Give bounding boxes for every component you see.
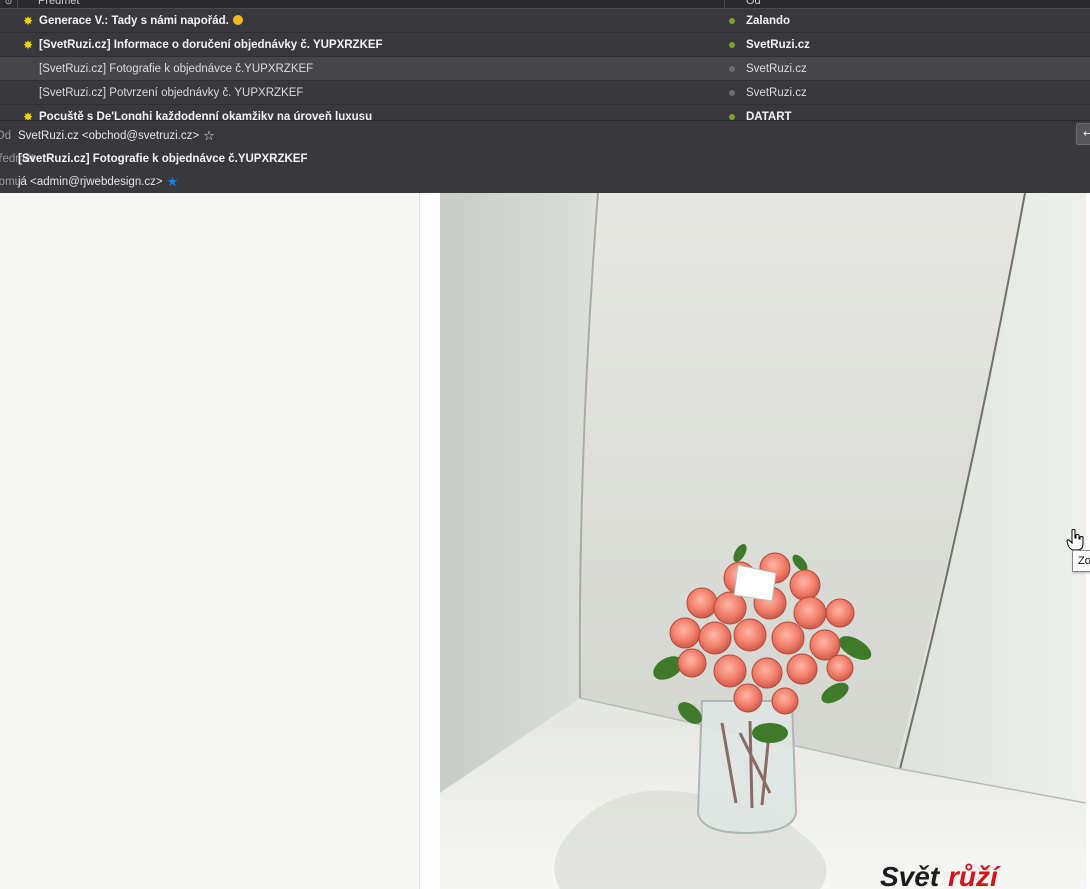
bouquet-photo[interactable]: Svět růží [440, 193, 1086, 889]
starred-icon[interactable]: ✸ [21, 105, 35, 120]
starred-icon[interactable]: ✸ [21, 33, 35, 57]
message-list-header: ⊙ Předmět Od [0, 0, 1090, 9]
thread-column-icon[interactable]: ⊙ [0, 0, 18, 9]
from-column-header[interactable]: Od [746, 0, 761, 9]
message-header: Od SvetRuzi.cz <obchod@svetruzi.cz> ☆ Pře… [0, 120, 1090, 193]
message-sender: SvetRuzi.cz [746, 63, 807, 75]
column-separator [724, 0, 725, 9]
message-subject: [SvetRuzi.cz] Informace o doručení objed… [39, 39, 383, 51]
face-emoji-icon [232, 15, 243, 25]
message-row[interactable]: ✸ [SvetRuzi.cz] Informace o doručení obj… [0, 33, 1090, 57]
read-indicator-icon[interactable] [729, 90, 735, 96]
subject-value: [SvetRuzi.cz] Fotografie k objednávce č.… [18, 153, 308, 165]
message-row[interactable]: ✸ Generace V.: Tady s námi napořád. Zala… [0, 9, 1090, 33]
to-value[interactable]: já <admin@rjwebdesign.cz> [18, 176, 163, 188]
message-row-selected[interactable]: [SvetRuzi.cz] Fotografie k objednávce č.… [0, 57, 1090, 81]
brand-logo-text: Svět [880, 861, 941, 889]
starred-icon[interactable]: ✸ [21, 9, 35, 33]
add-contact-star-icon[interactable]: ☆ [203, 125, 215, 147]
message-subject: [SvetRuzi.cz] Potvrzení objednávky č. YU… [39, 87, 304, 99]
from-value[interactable]: SvetRuzi.cz <obchod@svetruzi.cz> [18, 130, 199, 142]
message-sender: SvetRuzi.cz [746, 39, 810, 51]
message-body-margin [0, 193, 420, 889]
subject-label: Předmět [0, 153, 35, 165]
message-subject: Pocuště s De'Longhi každodenní okamžiky … [39, 111, 373, 120]
brand-logo-text-accent: růží [948, 861, 1001, 889]
message-subject: [SvetRuzi.cz] Fotografie k objednávce č.… [39, 63, 314, 75]
message-subject: Generace V.: Tady s námi napořád. [39, 15, 229, 27]
contact-star-icon[interactable]: ★ [167, 171, 179, 193]
read-indicator-icon[interactable] [729, 66, 735, 72]
tooltip: Zo [1072, 550, 1090, 572]
message-row[interactable]: ✸ Pocuště s De'Longhi každodenní okamžik… [0, 105, 1090, 120]
message-sender: SvetRuzi.cz [746, 87, 807, 99]
message-list: ⊙ Předmět Od ✸ Generace V.: Tady s námi … [0, 0, 1090, 120]
subject-column-header[interactable]: Předmět [38, 0, 80, 9]
unread-indicator-icon[interactable] [729, 42, 735, 48]
message-sender: Zalando [746, 15, 791, 27]
message-sender: DATART [746, 111, 792, 120]
unread-indicator-icon[interactable] [729, 18, 735, 24]
to-label: Komu [0, 176, 22, 188]
from-label: Od [0, 130, 11, 142]
message-row[interactable]: [SvetRuzi.cz] Potvrzení objednávky č. YU… [0, 81, 1090, 105]
reply-arrow-icon[interactable]: ↩ [1076, 123, 1090, 145]
